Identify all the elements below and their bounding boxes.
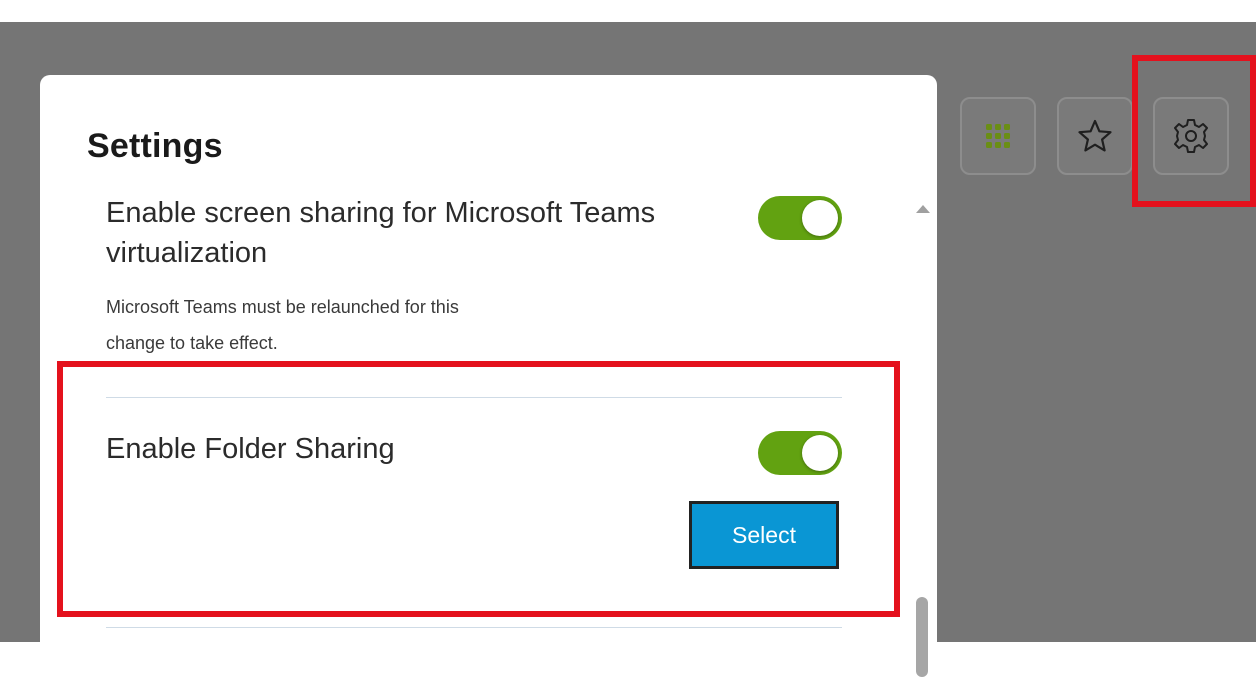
scroll-thumb[interactable] — [916, 597, 928, 677]
gear-icon — [1174, 119, 1208, 153]
settings-scrollbar[interactable] — [908, 187, 936, 677]
settings-button[interactable] — [1153, 97, 1229, 175]
apps-button[interactable] — [960, 97, 1036, 175]
teams-screen-sharing-toggle[interactable] — [758, 196, 842, 240]
apps-grid-icon — [986, 124, 1010, 148]
folder-sharing-toggle[interactable] — [758, 431, 842, 475]
folder-select-button[interactable]: Select — [689, 501, 839, 569]
teams-screen-sharing-label-line2: virtualization — [106, 237, 268, 269]
teams-relaunch-note-line2: change to take effect. — [106, 333, 278, 353]
teams-relaunch-note-line1: Microsoft Teams must be relaunched for t… — [106, 297, 459, 317]
section-divider-bottom — [106, 627, 842, 628]
folder-sharing-label: Enable Folder Sharing — [106, 433, 395, 465]
teams-relaunch-note: Microsoft Teams must be relaunched for t… — [106, 289, 626, 361]
section-divider — [106, 397, 842, 398]
settings-panel: Settings Enable screen sharing for Micro… — [40, 75, 937, 677]
toggle-knob — [802, 435, 838, 471]
teams-screen-sharing-label-line1: Enable screen sharing for Microsoft Team… — [106, 197, 656, 229]
toggle-knob — [802, 200, 838, 236]
scroll-up-arrow-icon[interactable] — [916, 205, 930, 213]
teams-screen-sharing-label: Enable screen sharing for Microsoft Team… — [106, 193, 655, 273]
settings-title: Settings — [87, 127, 223, 165]
star-icon — [1078, 119, 1112, 152]
favorites-button[interactable] — [1057, 97, 1133, 175]
